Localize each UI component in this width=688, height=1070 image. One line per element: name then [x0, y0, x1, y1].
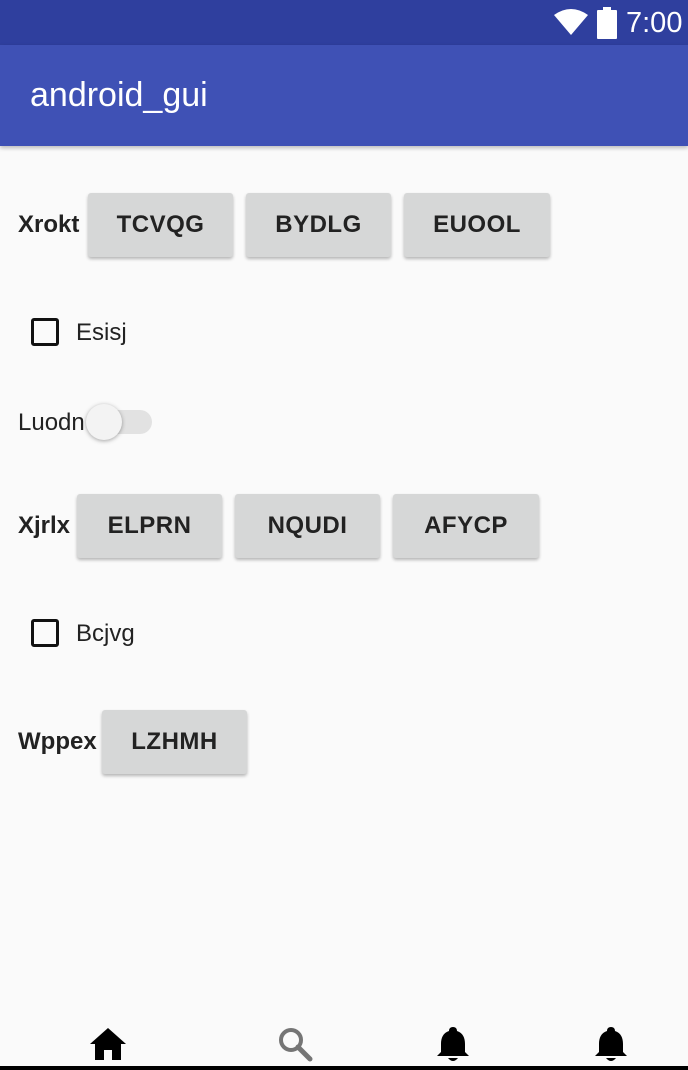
notifications-icon[interactable]	[433, 1024, 473, 1064]
button-lzhmh[interactable]: LZHMH	[102, 710, 247, 774]
button-tcvqg[interactable]: TCVQG	[88, 193, 233, 257]
button-row-xjrlx: Xjrlx ELPRN NQUDI AFYCP	[0, 494, 688, 560]
switch-luodn[interactable]: Luodn	[0, 402, 688, 442]
status-time: 7:00	[626, 7, 683, 39]
switch-label-luodn: Luodn	[18, 409, 85, 436]
button-euool[interactable]: EUOOL	[404, 193, 550, 257]
button-elprn[interactable]: ELPRN	[77, 494, 222, 558]
app-title: android_gui	[30, 76, 208, 114]
checkbox-label-esisj: Esisj	[76, 319, 127, 346]
button-bydlg[interactable]: BYDLG	[246, 193, 391, 257]
status-bar: 7:00	[0, 0, 688, 45]
row-label-xjrlx: Xjrlx	[18, 512, 71, 539]
button-row-wppex: Wppex LZHMH	[0, 710, 688, 776]
button-afycp[interactable]: AFYCP	[393, 494, 539, 558]
bottom-navigation	[0, 1010, 688, 1070]
notifications-icon[interactable]	[591, 1024, 631, 1064]
row-label-xrokt: Xrokt	[18, 211, 80, 238]
nav-bar-edge	[0, 1066, 688, 1070]
checkbox-box[interactable]	[31, 619, 59, 647]
checkbox-esisj[interactable]: Esisj	[0, 315, 688, 351]
button-row-xrokt: Xrokt TCVQG BYDLG EUOOL	[0, 193, 688, 259]
screen: 7:00 android_gui Xrokt TCVQG BYDLG EUOOL…	[0, 0, 688, 1070]
battery-icon	[597, 7, 617, 39]
wifi-icon	[554, 9, 588, 35]
checkbox-bcjvg[interactable]: Bcjvg	[0, 616, 688, 652]
home-icon[interactable]	[88, 1024, 128, 1064]
search-icon[interactable]	[275, 1024, 315, 1064]
checkbox-label-bcjvg: Bcjvg	[76, 620, 135, 647]
switch-thumb[interactable]	[86, 404, 122, 440]
button-nqudi[interactable]: NQUDI	[235, 494, 380, 558]
row-label-wppex: Wppex	[18, 728, 97, 755]
checkbox-box[interactable]	[31, 318, 59, 346]
app-bar: android_gui	[0, 45, 688, 146]
